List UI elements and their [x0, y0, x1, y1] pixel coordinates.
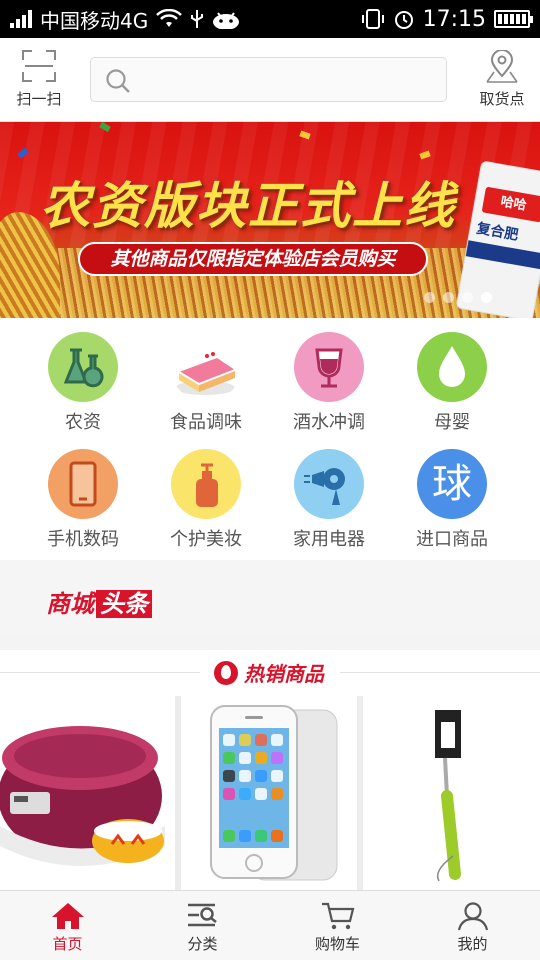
bag-brand: 哈哈 — [481, 186, 540, 223]
alarm-icon — [394, 11, 413, 29]
category-food[interactable]: 食品调味 — [144, 332, 268, 450]
water-drop-icon — [417, 332, 487, 402]
tab-label: 我的 — [457, 935, 488, 953]
headline-part-b: 头条 — [96, 590, 152, 618]
mall-headlines[interactable]: 商城 头条 — [0, 560, 540, 636]
pagination-dot-active[interactable] — [481, 292, 492, 303]
product-row — [0, 696, 540, 890]
vibrate-icon — [361, 9, 384, 29]
category-label: 个护美妆 — [170, 529, 242, 550]
category-agri[interactable]: 农资 — [21, 332, 145, 450]
category-baby[interactable]: 母婴 — [390, 332, 514, 450]
carrier-label: 中国移动4G — [40, 8, 149, 33]
tab-label: 购物车 — [314, 935, 360, 953]
category-search-icon — [187, 903, 217, 927]
pagination-dot[interactable] — [424, 292, 435, 303]
bottom-tab-bar: 首页 分类 购物车 我的 — [0, 890, 540, 960]
tab-cart[interactable]: 购物车 — [270, 891, 405, 960]
category-glyph: 球 — [432, 461, 472, 507]
banner-title: 农资版块正式上线 — [40, 177, 456, 235]
lotion-bottle-icon — [171, 449, 241, 519]
headline-logo: 商城 头条 — [46, 584, 152, 619]
android-icon — [213, 12, 240, 29]
category-digital[interactable]: 手机数码 — [21, 449, 145, 567]
category-label: 母婴 — [434, 412, 470, 433]
wifi-icon — [156, 9, 183, 27]
flame-icon — [214, 660, 238, 685]
category-beauty[interactable]: 个护美妆 — [144, 449, 268, 567]
scan-button[interactable]: 扫一扫 — [10, 50, 68, 112]
banner-subtitle: 其他商品仅限指定体验店会员购买 — [78, 242, 428, 276]
top-header: 扫一扫 取货点 — [0, 38, 540, 122]
scan-label: 扫一扫 — [16, 90, 62, 108]
search-box[interactable] — [90, 57, 447, 102]
search-icon — [106, 69, 130, 93]
selfie-stick-image — [435, 710, 461, 882]
hair-dryer-icon — [294, 449, 364, 519]
category-drinks[interactable]: 酒水冲调 — [267, 332, 391, 450]
tab-profile[interactable]: 我的 — [405, 891, 540, 960]
pickup-point-label: 取货点 — [479, 90, 525, 108]
tab-label: 分类 — [187, 935, 218, 953]
tab-label: 首页 — [52, 935, 83, 953]
status-bar: 中国移动4G 17:15 — [0, 0, 540, 38]
lab-flasks-icon — [48, 332, 118, 402]
category-label: 家用电器 — [293, 529, 365, 550]
usb-icon — [191, 10, 204, 28]
product-card-smartphone[interactable] — [181, 696, 357, 890]
user-icon — [457, 902, 488, 931]
bag-title: 复合肥 — [475, 220, 520, 244]
search-input[interactable] — [141, 64, 436, 96]
location-pin-icon — [486, 50, 518, 83]
mobile-phone-icon — [48, 449, 118, 519]
promo-banner[interactable]: 农资版块正式上线 其他商品仅限指定体验店会员购买 哈哈 复合肥 — [0, 122, 540, 318]
scan-icon — [22, 50, 56, 82]
product-card-selfie-stick[interactable] — [363, 696, 540, 890]
globe-char-icon: 球 — [417, 449, 487, 519]
category-appliances[interactable]: 家用电器 — [267, 449, 391, 567]
category-grid: 农资 食品调味 酒水冲调 母婴 手机数码 个护美妆 家用电器 球 进口商品 — [0, 318, 540, 560]
product-card-rice-cooker[interactable] — [0, 696, 175, 890]
smartphone-image — [210, 705, 338, 881]
headline-part-a: 商城 — [46, 590, 94, 618]
pickup-point-button[interactable]: 取货点 — [476, 50, 528, 109]
category-label: 进口商品 — [416, 529, 488, 550]
hot-title-row: 热销商品 — [0, 650, 540, 694]
divider — [340, 672, 540, 673]
category-imported[interactable]: 球 进口商品 — [390, 449, 514, 567]
battery-icon — [494, 10, 533, 28]
category-label: 食品调味 — [170, 412, 242, 433]
clock-time: 17:15 — [422, 6, 486, 32]
hot-title: 热销商品 — [244, 662, 324, 686]
wine-glass-icon — [294, 332, 364, 402]
pagination-dot[interactable] — [462, 292, 473, 303]
banner-pagination[interactable] — [424, 292, 492, 303]
tab-category[interactable]: 分类 — [135, 891, 270, 960]
home-icon — [51, 903, 84, 929]
cake-icon — [171, 332, 241, 402]
divider — [0, 672, 200, 673]
hot-products-section: 热销商品 — [0, 650, 540, 890]
cart-icon — [321, 902, 354, 930]
category-label: 农资 — [65, 412, 101, 433]
rice-cooker-image — [0, 726, 165, 866]
category-label: 酒水冲调 — [293, 412, 365, 433]
tab-home[interactable]: 首页 — [0, 891, 135, 960]
pagination-dot[interactable] — [443, 292, 454, 303]
category-label: 手机数码 — [47, 529, 119, 550]
signal-strength-icon — [10, 10, 32, 28]
